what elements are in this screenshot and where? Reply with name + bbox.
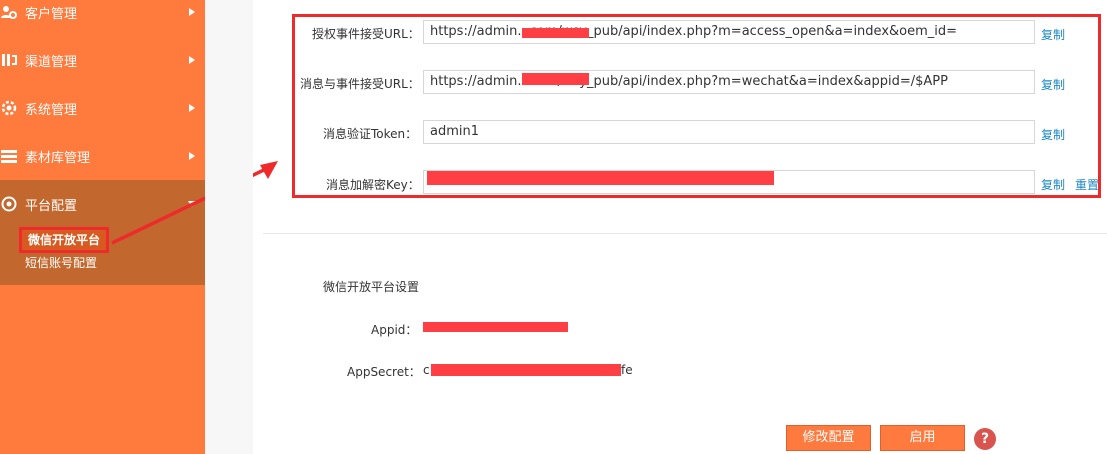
stack-icon (0, 147, 18, 165)
sidebar-item-label: 客户管理 (25, 6, 78, 22)
msg-url-label: 消息与事件接受URL： (300, 77, 420, 91)
copy-msg-url-button[interactable]: 复制 (1041, 76, 1065, 93)
msg-url-field[interactable]: https://admin. .com/wsy_pub/api/index.ph… (423, 70, 1035, 94)
auth-url-value: https://admin. .com/wsy_pub/api/index.ph… (430, 24, 958, 39)
redaction (427, 171, 774, 185)
copy-auth-url-button[interactable]: 复制 (1041, 26, 1065, 43)
settings-title: 微信开放平台设置 (323, 280, 420, 294)
enable-button[interactable]: 启用 (880, 425, 965, 451)
redaction (431, 364, 621, 376)
gutter (205, 0, 253, 454)
users-gear-icon (0, 3, 18, 21)
divider (263, 233, 1107, 234)
annotation-arrow (111, 161, 278, 245)
sub-item-sms-account[interactable]: 短信账号配置 (19, 253, 103, 273)
redaction (522, 73, 589, 85)
sidebar-item-label: 素材库管理 (25, 150, 91, 166)
token-field[interactable]: admin1 (423, 120, 1035, 144)
sidebar-item-channels[interactable]: 渠道管理 (0, 36, 205, 84)
key-label: 消息加解密Key： (326, 178, 420, 192)
appsecret-suffix: fe (621, 363, 633, 377)
modify-config-button[interactable]: 修改配置 (786, 425, 871, 451)
copy-key-button[interactable]: 复制 (1041, 176, 1065, 193)
reset-key-button[interactable]: 重置 (1075, 176, 1099, 193)
auth-url-field[interactable]: https://admin. .com/wsy_pub/api/index.ph… (423, 20, 1035, 44)
appsecret-label: AppSecret： (347, 365, 421, 379)
sub-item-wechat-open-platform[interactable]: 微信开放平台 (18, 227, 110, 253)
chevron-right-icon (189, 56, 195, 64)
help-icon[interactable]: ? (974, 428, 996, 450)
appsecret-prefix: c (423, 363, 430, 377)
auth-url-label: 授权事件接受URL： (312, 27, 420, 41)
sidebar-item-customers[interactable]: 客户管理 (0, 0, 205, 36)
settings-cog-icon (0, 195, 18, 213)
appid-label: Appid： (371, 323, 418, 337)
copy-token-button[interactable]: 复制 (1041, 126, 1065, 143)
sidebar-item-label: 系统管理 (25, 102, 78, 118)
sidebar-item-label: 渠道管理 (25, 54, 78, 70)
chevron-right-icon (189, 104, 195, 112)
channel-icon (0, 51, 18, 69)
msg-url-value: https://admin. .com/wsy_pub/api/index.ph… (430, 74, 948, 89)
token-value: admin1 (430, 124, 480, 139)
sidebar-item-label: 平台配置 (25, 198, 78, 214)
sidebar-item-system[interactable]: 系统管理 (0, 84, 205, 132)
chevron-right-icon (189, 8, 195, 16)
gear-icon (0, 99, 18, 117)
token-label: 消息验证Token： (323, 127, 418, 141)
redaction (522, 28, 589, 38)
redaction (423, 322, 568, 332)
